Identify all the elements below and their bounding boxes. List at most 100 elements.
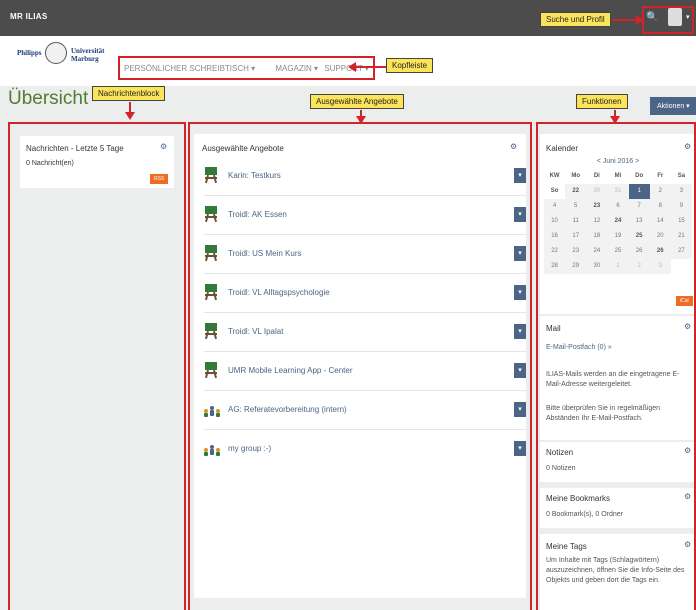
news-count: 0 Nachricht(en) xyxy=(26,160,74,167)
selected-items-column: Ausgewählte Angebote ⚙ Karin: Testkurs ▾… xyxy=(188,122,532,610)
calendar-day[interactable]: 26 xyxy=(628,244,650,259)
list-item[interactable]: Troidl: VL Alltagspsychologie ▾ xyxy=(204,275,526,313)
calendar-day[interactable]: 2 xyxy=(649,184,671,199)
list-item[interactable]: Troidl: US Mein Kurs ▾ xyxy=(204,236,526,274)
calendar-day[interactable]: 12 xyxy=(586,214,608,229)
gear-icon[interactable]: ⚙ xyxy=(510,142,517,151)
calendar-header-cell: So xyxy=(550,188,559,194)
calendar-day[interactable]: 19 xyxy=(607,229,629,244)
chevron-down-icon[interactable]: ▾ xyxy=(514,207,526,222)
chevron-down-icon[interactable]: ▾ xyxy=(514,285,526,300)
chevron-down-icon[interactable]: ▾ xyxy=(514,246,526,261)
calendar-month-nav[interactable]: < Juni 2016 > xyxy=(544,158,692,165)
gear-icon[interactable]: ⚙ xyxy=(684,446,691,455)
calendar-day[interactable]: 22 xyxy=(544,244,566,259)
calendar-day[interactable]: 7 xyxy=(628,199,650,214)
gear-icon[interactable]: ⚙ xyxy=(160,142,167,151)
university-seal-icon xyxy=(45,42,67,64)
calendar-day[interactable]: 25 xyxy=(607,244,629,259)
item-label[interactable]: UMR Mobile Learning App - Center xyxy=(228,366,353,375)
calendar-day[interactable]: 27 xyxy=(670,244,692,259)
calendar-day[interactable]: 1 xyxy=(607,259,629,274)
rss-badge[interactable]: RSS xyxy=(150,174,169,184)
calendar-day[interactable]: 5 xyxy=(565,199,587,214)
chevron-down-icon[interactable]: ▾ xyxy=(514,168,526,183)
item-label[interactable]: AG: Referatevorbereitung (intern) xyxy=(228,405,347,414)
calendar-day[interactable]: 15 xyxy=(670,214,692,229)
chevron-down-icon[interactable]: ▾ xyxy=(514,363,526,378)
calendar-day[interactable]: 18 xyxy=(586,229,608,244)
calendar-header-cell: KW xyxy=(549,173,560,179)
callout-arrow-head xyxy=(125,112,135,120)
gear-icon[interactable]: ⚙ xyxy=(684,322,691,331)
list-item[interactable]: Troidl: VL Ipalat ▾ xyxy=(204,314,526,352)
calendar-week-number: 26 xyxy=(649,244,671,259)
calendar-day[interactable]: 21 xyxy=(670,229,692,244)
calendar-day[interactable]: 6 xyxy=(607,199,629,214)
calendar-day[interactable]: 30 xyxy=(586,184,608,199)
list-item[interactable]: my group :-) ▾ xyxy=(204,431,526,469)
main-navigation: PERSÖNLICHER SCHREIBTISCH ▾ MAGAZIN ▾ SU… xyxy=(118,56,375,80)
calendar-day[interactable]: 10 xyxy=(544,214,566,229)
calendar-day[interactable]: 13 xyxy=(628,214,650,229)
item-label[interactable]: Troidl: US Mein Kurs xyxy=(228,249,302,258)
calendar-day[interactable]: 9 xyxy=(670,199,692,214)
calendar-day[interactable]: 3 xyxy=(649,259,671,274)
selected-items-title: Ausgewählte Angebote xyxy=(202,144,284,153)
group-icon xyxy=(204,404,220,418)
list-item[interactable]: Troidl: AK Essen ▾ xyxy=(204,197,526,235)
item-label[interactable]: my group :-) xyxy=(228,444,271,453)
list-item[interactable]: Karin: Testkurs ▾ xyxy=(204,158,526,196)
calendar-day[interactable]: 16 xyxy=(544,229,566,244)
university-logo[interactable]: Philipps Universität Marburg xyxy=(17,42,117,76)
calendar-day[interactable]: 31 xyxy=(607,184,629,199)
calendar-day[interactable]: 20 xyxy=(649,229,671,244)
calendar-day[interactable]: 24 xyxy=(586,244,608,259)
calendar-day[interactable]: 17 xyxy=(565,229,587,244)
chevron-down-icon[interactable]: ▾ xyxy=(514,324,526,339)
actions-button[interactable]: Aktionen ▾ xyxy=(650,97,696,115)
calendar-week-number: 25 xyxy=(628,229,650,244)
news-title: Nachrichten - Letzte 5 Tage xyxy=(26,144,124,153)
calendar-day[interactable]: 2 xyxy=(628,259,650,274)
item-label[interactable]: Troidl: AK Essen xyxy=(228,210,287,219)
calendar-panel: Kalender ⚙ < Juni 2016 > KW Mo Di Mi Do Fr Sa S… xyxy=(540,134,694,314)
calendar-day[interactable]: 3 xyxy=(670,184,692,199)
calendar-week-number: 22 xyxy=(565,184,587,199)
calendar-header-cell: Sa xyxy=(677,173,686,179)
callout-header: Kopfleiste xyxy=(386,58,434,73)
calendar-day[interactable]: 8 xyxy=(649,199,671,214)
calendar-day[interactable]: 1 xyxy=(628,184,650,199)
gear-icon[interactable]: ⚙ xyxy=(684,540,691,549)
calendar-day[interactable]: 4 xyxy=(544,199,566,214)
page-title: Übersicht xyxy=(8,88,89,109)
calendar-day[interactable]: 11 xyxy=(565,214,587,229)
calendar-day[interactable]: 28 xyxy=(544,259,566,274)
item-label[interactable]: Troidl: VL Alltagspsychologie xyxy=(228,288,330,297)
mail-panel: Mail ⚙ E-Mail-Postfach (0) » ILIAS-Mails… xyxy=(540,316,694,440)
brand-title[interactable]: MR ILIAS xyxy=(10,12,48,21)
calendar-day[interactable]: 23 xyxy=(565,244,587,259)
nav-personal-desk[interactable]: PERSÖNLICHER SCHREIBTISCH ▾ xyxy=(124,64,255,73)
chevron-down-icon[interactable]: ▾ xyxy=(514,402,526,417)
ical-badge[interactable]: iCal xyxy=(676,296,693,306)
list-item[interactable]: AG: Referatevorbereitung (intern) ▾ xyxy=(204,392,526,430)
item-label[interactable]: Troidl: VL Ipalat xyxy=(228,327,283,336)
calendar-day[interactable]: 30 xyxy=(586,259,608,274)
calendar-day[interactable]: 29 xyxy=(565,259,587,274)
calendar-widget: < Juni 2016 > KW Mo Di Mi Do Fr Sa So 22 30 31 1 2 3 4… xyxy=(544,158,692,274)
gear-icon[interactable]: ⚙ xyxy=(684,142,691,151)
callout-arrow-head xyxy=(610,116,620,124)
chevron-down-icon[interactable]: ▾ xyxy=(514,441,526,456)
course-icon xyxy=(204,206,218,224)
logo-line-2: Marburg xyxy=(71,55,99,63)
calendar-day[interactable]: 14 xyxy=(649,214,671,229)
mail-inbox-link[interactable]: E-Mail-Postfach (0) » xyxy=(546,344,612,351)
tags-title: Meine Tags xyxy=(546,542,587,551)
item-label[interactable]: Karin: Testkurs xyxy=(228,171,281,180)
gear-icon[interactable]: ⚙ xyxy=(684,492,691,501)
list-item[interactable]: UMR Mobile Learning App - Center ▾ xyxy=(204,353,526,391)
nav-repository[interactable]: MAGAZIN ▾ xyxy=(275,64,318,73)
course-icon xyxy=(204,284,218,302)
functions-column: Kalender ⚙ < Juni 2016 > KW Mo Di Mi Do Fr Sa S… xyxy=(536,122,696,610)
